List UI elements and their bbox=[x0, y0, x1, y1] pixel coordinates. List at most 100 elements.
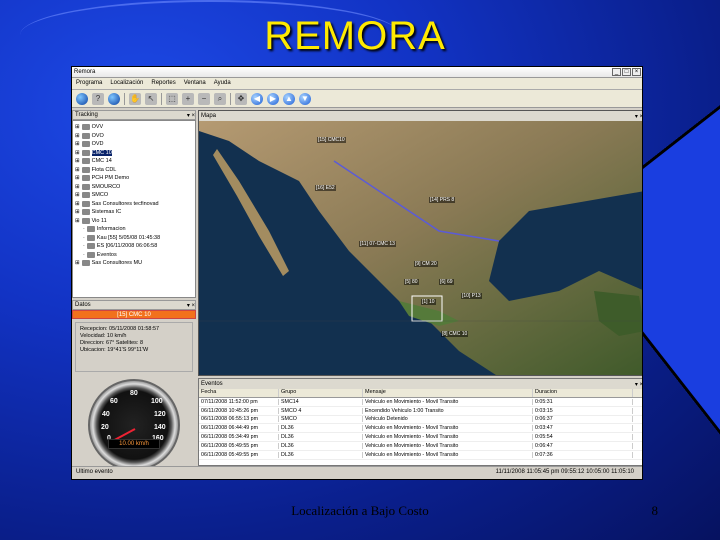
status-right: 11/11/2008 11:05:45 pm 09:55:12 10:05:00… bbox=[495, 469, 634, 475]
arrow-up-icon[interactable]: ▲ bbox=[283, 92, 295, 105]
arrow-down-icon[interactable]: ▼ bbox=[299, 92, 311, 105]
tree-item[interactable]: ⊞ Vio 11 bbox=[75, 217, 193, 226]
tracking-panel-header: Tracking ▾ × bbox=[72, 110, 196, 120]
vehicle-marker[interactable]: [14] PRS 8 bbox=[429, 197, 456, 203]
expand-icon[interactable]: ⊞ bbox=[75, 175, 80, 181]
expand-icon[interactable]: ⊞ bbox=[75, 133, 80, 139]
vehicle-icon bbox=[86, 226, 95, 233]
maximize-button[interactable]: □ bbox=[622, 68, 631, 76]
expand-icon[interactable]: · bbox=[83, 243, 85, 249]
events-table-header: Fecha Grupo Mensaje Duracion bbox=[199, 389, 642, 398]
panel-controls[interactable]: ▾ × bbox=[635, 113, 642, 120]
event-row[interactable]: 06/11/2008 06:44:49 pm DL36 Vehiculo en Mo… bbox=[199, 424, 642, 434]
tree-item[interactable]: ⊞ CMC 14 bbox=[75, 157, 193, 166]
tree-item[interactable]: · Eventos bbox=[75, 251, 193, 260]
tree-item[interactable]: ⊞ Sas Consultores MU bbox=[75, 259, 193, 268]
tree-item[interactable]: ⊞ SMOURCO bbox=[75, 183, 193, 192]
column-header[interactable]: Mensaje bbox=[363, 389, 533, 397]
tree-item[interactable]: ⊞ OVD bbox=[75, 140, 193, 149]
tree-item-label: CMC 14 bbox=[91, 158, 112, 165]
satellite-map[interactable]: [15] CMC10 [16] E52 [14] PRS 8 [11] 07-C… bbox=[199, 121, 642, 375]
menu-localizacion[interactable]: Localización bbox=[110, 80, 143, 87]
expand-icon[interactable]: ⊞ bbox=[75, 124, 80, 130]
tree-item[interactable]: · ES [06/11/2008 06:06:58 bbox=[75, 242, 193, 251]
tree-item[interactable]: · Kau [55] 5/05/08 01:45:38 bbox=[75, 234, 193, 243]
help-icon[interactable]: ? bbox=[92, 92, 104, 105]
expand-icon[interactable]: · bbox=[83, 235, 85, 241]
expand-icon[interactable]: ⊞ bbox=[75, 201, 80, 207]
tree-item[interactable]: · Informacion bbox=[75, 225, 193, 234]
event-row[interactable]: 06/11/2008 05:34:49 pm DL36 Vehiculo en Mo… bbox=[199, 433, 642, 442]
vehicle-marker[interactable]: [1] 10 bbox=[421, 299, 436, 305]
vehicle-marker[interactable]: [6] 69 bbox=[439, 279, 454, 285]
expand-icon[interactable]: · bbox=[83, 252, 85, 258]
expand-icon[interactable]: ⊞ bbox=[75, 167, 80, 173]
column-header[interactable]: Duracion bbox=[533, 389, 633, 397]
expand-icon[interactable]: ⊞ bbox=[75, 184, 80, 190]
vehicle-marker[interactable]: [9] CM 20 bbox=[414, 261, 438, 267]
expand-icon[interactable]: ⊞ bbox=[75, 218, 80, 224]
event-row[interactable]: 06/11/2008 05:49:55 pm DL36 Vehiculo en Mo… bbox=[199, 442, 642, 451]
search-icon[interactable]: ⌕ bbox=[214, 92, 226, 105]
slide-title: REMORA bbox=[264, 14, 446, 58]
event-row[interactable]: 07/11/2008 11:52:00 pm SMC14 Vehiculo en M… bbox=[199, 398, 642, 407]
expand-icon[interactable]: ⊞ bbox=[75, 260, 80, 266]
tree-item[interactable]: ⊞ SMCO bbox=[75, 191, 193, 200]
arrow-right-icon[interactable]: ▶ bbox=[267, 92, 279, 105]
hand-icon[interactable]: ✋ bbox=[129, 92, 141, 105]
vehicle-marker[interactable]: [11] 07-CMC 13 bbox=[359, 241, 396, 247]
world-icon[interactable] bbox=[108, 92, 120, 105]
column-header[interactable]: Fecha bbox=[199, 389, 279, 397]
minimize-button[interactable]: _ bbox=[612, 68, 621, 76]
expand-icon[interactable]: ⊞ bbox=[75, 158, 80, 164]
gauge-label: 20 bbox=[101, 424, 109, 431]
tracking-tree[interactable]: ⊞ OVV ⊞ OVO ⊞ OVD ⊞ CMC 10 ⊞ CMC 14 ⊞ Flota CDL ⊞ PCH… bbox=[72, 120, 196, 298]
event-cell: SMCO bbox=[279, 416, 363, 423]
event-cell: Vehiculo en Movimiento - Movil Transito bbox=[363, 451, 533, 458]
panel-controls[interactable]: ▾ × bbox=[187, 112, 195, 119]
globe-icon[interactable] bbox=[76, 92, 88, 105]
tree-item[interactable]: ⊞ OVV bbox=[75, 123, 193, 132]
event-cell: Encendido Vehiculo 1:00 Transito bbox=[363, 407, 533, 414]
expand-icon[interactable]: ⊞ bbox=[75, 209, 80, 215]
event-row[interactable]: 06/11/2008 10:45:26 pm SMCO 4 Encendido Ve… bbox=[199, 407, 642, 416]
tree-item[interactable]: ⊞ CMC 10 bbox=[75, 149, 193, 158]
tree-item[interactable]: ⊞ PCH PM Demo bbox=[75, 174, 193, 183]
expand-icon[interactable]: · bbox=[83, 226, 85, 232]
menu-ventana[interactable]: Ventana bbox=[184, 80, 206, 87]
expand-icon[interactable]: ⊞ bbox=[75, 192, 80, 198]
slide-footer: Localización a Bajo Costo bbox=[291, 503, 429, 518]
tree-item[interactable]: ⊞ OVO bbox=[75, 132, 193, 141]
tree-item[interactable]: ⊞ Sistemas IC bbox=[75, 208, 193, 217]
zoom-area-icon[interactable]: ⬚ bbox=[166, 92, 178, 105]
expand-icon[interactable]: ⊞ bbox=[75, 141, 80, 147]
tree-item[interactable]: ⊞ Flota CDL bbox=[75, 166, 193, 175]
panel-controls[interactable]: ▾ × bbox=[635, 381, 642, 388]
event-row[interactable]: 06/11/2008 06:55:13 pm SMCO Vehiculo Deten… bbox=[199, 416, 642, 425]
event-row[interactable]: 06/11/2008 05:49:55 pm DL36 Vehiculo en Mo… bbox=[199, 451, 642, 460]
zoom-out-icon[interactable]: − bbox=[198, 92, 210, 105]
vehicle-marker[interactable]: [5] 80 bbox=[404, 279, 419, 285]
vehicle-marker[interactable]: [8] CMC 10 bbox=[441, 331, 469, 337]
vehicle-marker[interactable]: [15] CMC10 bbox=[317, 137, 346, 143]
arrow-left-icon[interactable]: ◀ bbox=[251, 92, 263, 105]
tree-item[interactable]: ⊞ Sas Consultores tecfinovad bbox=[75, 200, 193, 209]
menu-programa[interactable]: Programa bbox=[76, 80, 102, 87]
vehicle-icon bbox=[86, 251, 95, 258]
gauge-label: 120 bbox=[154, 411, 166, 418]
close-button[interactable]: × bbox=[632, 68, 641, 76]
expand-icon[interactable]: ⊞ bbox=[75, 150, 80, 156]
pan-icon[interactable]: ✥ bbox=[235, 92, 247, 105]
gauge-label: 40 bbox=[102, 411, 110, 418]
map-panel-header: Mapa ▾ × bbox=[199, 111, 642, 121]
panel-controls[interactable]: ▾ × bbox=[187, 302, 195, 309]
vehicle-marker[interactable]: [16] E52 bbox=[315, 185, 336, 191]
column-header[interactable]: Grupo bbox=[279, 389, 363, 397]
vehicle-marker[interactable]: [10] P13 bbox=[461, 293, 482, 299]
gauge-label: 60 bbox=[110, 398, 118, 405]
select-icon[interactable]: ↖ bbox=[145, 92, 157, 105]
vehicle-icon bbox=[81, 200, 90, 207]
menu-reportes[interactable]: Reportes bbox=[151, 80, 175, 87]
menu-ayuda[interactable]: Ayuda bbox=[214, 80, 231, 87]
zoom-in-icon[interactable]: + bbox=[182, 92, 194, 105]
